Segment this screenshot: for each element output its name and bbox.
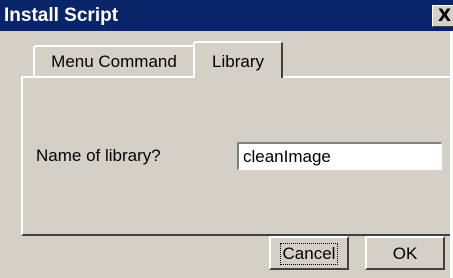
tab-library[interactable]: Library bbox=[193, 41, 283, 78]
ok-button[interactable]: OK bbox=[365, 236, 445, 270]
ok-button-label: OK bbox=[392, 244, 418, 263]
cancel-button-label: Cancel bbox=[279, 243, 339, 265]
tab-library-label: Library bbox=[212, 52, 264, 71]
window-title: Install Script bbox=[4, 5, 119, 26]
close-icon: X bbox=[438, 6, 452, 26]
library-name-input[interactable] bbox=[237, 142, 442, 170]
cancel-button[interactable]: Cancel bbox=[269, 236, 349, 270]
library-name-label: Name of library? bbox=[36, 146, 161, 165]
tab-menu-command-label: Menu Command bbox=[51, 52, 177, 71]
install-script-dialog: Install Script X Menu Command Library Na… bbox=[0, 0, 453, 278]
title-bar[interactable]: Install Script X bbox=[0, 0, 453, 31]
close-button[interactable]: X bbox=[432, 5, 453, 27]
tab-menu-command[interactable]: Menu Command bbox=[33, 45, 195, 76]
